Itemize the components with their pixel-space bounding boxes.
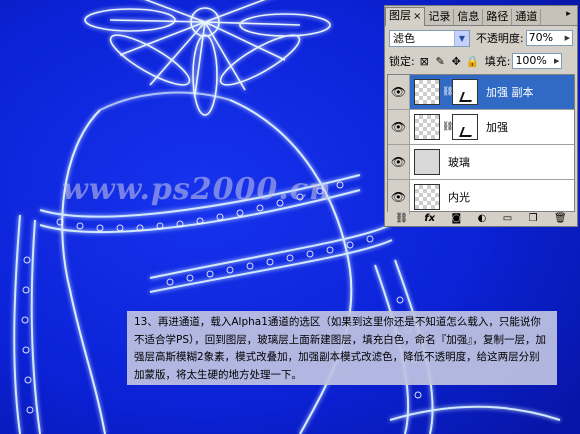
layer-name: 内光 [448, 191, 470, 204]
opacity-value: 70% [528, 31, 554, 44]
tutorial-caption: 13、再进通道，载入Alpha1通道的选区（如果到这里你还是不知道怎么载入，只能… [127, 311, 557, 385]
panel-bottom-bar: ⛓ fx ◙ ◐ ▭ ❐ 🗑 [387, 212, 575, 225]
layer-name: 加强 [486, 121, 508, 134]
panel-tabs: 图层 × 记录 信息 路径 通道 ▸ [385, 6, 577, 26]
trash-icon[interactable]: 🗑 [554, 213, 567, 224]
tab-layers[interactable]: 图层 × [385, 7, 426, 26]
layer-mask-thumbnail[interactable] [452, 114, 478, 140]
lock-brush-icon[interactable]: ✎ [434, 55, 447, 68]
eye-icon[interactable]: 👁 [388, 75, 410, 109]
eye-icon[interactable]: 👁 [388, 110, 410, 144]
blend-row: 滤色 ▼ 不透明度: 70% ▶ [389, 28, 573, 48]
close-icon[interactable]: × [413, 11, 421, 22]
lock-all-icon[interactable]: 🔒 [466, 55, 480, 68]
panel-menu-icon[interactable]: ▸ [563, 9, 574, 20]
fill-value: 100% [515, 54, 547, 67]
layer-name: 玻璃 [448, 156, 470, 169]
layer-name: 加强 副本 [486, 86, 534, 99]
lock-move-icon[interactable]: ✥ [450, 55, 463, 68]
eye-icon[interactable]: 👁 [388, 145, 410, 179]
layers-panel: 图层 × 记录 信息 路径 通道 ▸ 滤色 ▼ 不透明度: 70% ▶ 锁定: ⊠… [384, 5, 578, 227]
tab-channels[interactable]: 通道 [512, 9, 542, 25]
fill-label: 填充: [484, 55, 511, 68]
blend-mode-value: 滤色 [393, 32, 415, 45]
dropdown-arrow-icon[interactable]: ▶ [565, 31, 572, 45]
layer-row[interactable]: 👁 ⛓ 加强 副本 [388, 75, 574, 110]
link-icon[interactable]: ⛓ [442, 87, 453, 97]
layers-list: 👁 ⛓ 加强 副本 👁 ⛓ 加强 👁 玻璃 👁 内光 [387, 74, 575, 214]
watermark-text: www.ps2000.cn [62, 172, 332, 207]
layer-row[interactable]: 👁 内光 [388, 180, 574, 214]
chevron-down-icon: ▼ [453, 30, 469, 46]
lock-transparency-icon[interactable]: ⊠ [418, 55, 431, 68]
lock-row: 锁定: ⊠ ✎ ✥ 🔒 填充: 100% ▶ [389, 51, 573, 71]
link-icon[interactable]: ⛓ [442, 122, 453, 132]
layer-thumbnail [414, 184, 440, 210]
adjustment-layer-icon[interactable]: ◐ [478, 213, 487, 224]
opacity-label: 不透明度: [475, 32, 524, 45]
add-mask-icon[interactable]: ◙ [452, 213, 462, 224]
new-layer-icon[interactable]: ❐ [529, 213, 538, 224]
new-group-icon[interactable]: ▭ [503, 213, 512, 224]
fx-icon[interactable]: fx [424, 213, 435, 224]
blend-mode-select[interactable]: 滤色 ▼ [389, 29, 470, 47]
layer-row[interactable]: 👁 ⛓ 加强 [388, 110, 574, 145]
dropdown-arrow-icon[interactable]: ▶ [554, 54, 561, 68]
fill-field[interactable]: 100% ▶ [512, 53, 563, 69]
tab-label: 图层 [389, 9, 411, 22]
tab-paths[interactable]: 路径 [483, 9, 513, 25]
layer-thumbnail [414, 114, 440, 140]
tab-history[interactable]: 记录 [425, 9, 455, 25]
tab-info[interactable]: 信息 [454, 9, 484, 25]
layer-mask-thumbnail[interactable] [452, 79, 478, 105]
layer-thumbnail [414, 149, 440, 175]
eye-icon[interactable]: 👁 [388, 180, 410, 214]
lock-label: 锁定: [389, 55, 415, 68]
layer-thumbnail [414, 79, 440, 105]
opacity-field[interactable]: 70% ▶ [525, 30, 573, 46]
layer-row[interactable]: 👁 玻璃 [388, 145, 574, 180]
link-layers-icon[interactable]: ⛓ [395, 213, 408, 224]
